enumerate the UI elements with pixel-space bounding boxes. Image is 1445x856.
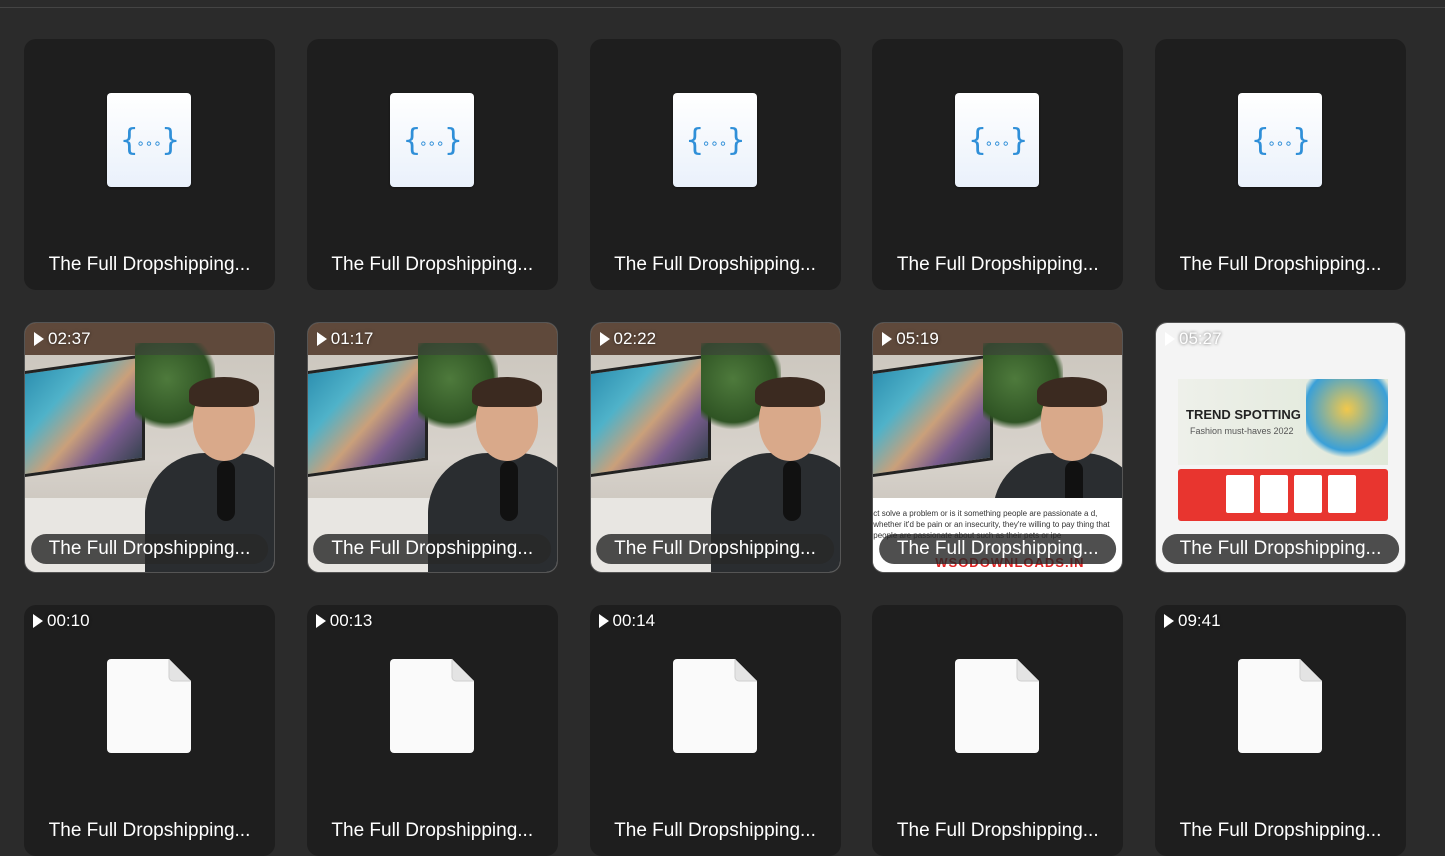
file-name: The Full Dropshipping... xyxy=(596,534,834,564)
file-card[interactable]: 00:14 The Full Dropshipping... xyxy=(589,605,841,856)
duration-text: 09:41 xyxy=(1178,611,1221,630)
thumbnail-monitor xyxy=(873,354,994,478)
duration-text: 00:10 xyxy=(47,611,90,630)
json-file-icon: {∘∘∘} xyxy=(107,93,191,187)
thumbnail-shop-figure xyxy=(1306,379,1388,465)
file-name: The Full Dropshipping... xyxy=(614,254,816,275)
video-duration: 01:17 xyxy=(316,329,374,349)
json-file-icon: {∘∘∘} xyxy=(1238,93,1322,187)
file-name: The Full Dropshipping... xyxy=(313,534,552,564)
duration-text: 02:22 xyxy=(613,329,657,348)
json-file-icon: {∘∘∘} xyxy=(389,93,474,187)
video-duration: 09:41 xyxy=(1164,611,1221,631)
thumbnail-monitor xyxy=(590,354,711,478)
duration-text: 02:37 xyxy=(48,329,91,348)
file-card[interactable]: {∘∘∘} The Full Dropshipping... xyxy=(589,39,841,290)
file-card[interactable]: 00:10 The Full Dropshipping... xyxy=(24,605,275,856)
thumbnail-shop-product xyxy=(1294,475,1322,513)
play-icon xyxy=(34,332,44,346)
file-name: The Full Dropshipping... xyxy=(614,820,816,841)
video-duration: 00:10 xyxy=(33,611,90,631)
file-card[interactable]: 09:41 The Full Dropshipping... xyxy=(1155,605,1406,856)
file-card[interactable]: 02:37 The Full Dropshipping... xyxy=(24,322,275,573)
video-duration: 05:27 xyxy=(1165,329,1222,349)
thumbnail-monitor xyxy=(307,354,428,478)
document-icon xyxy=(389,659,474,753)
file-name: The Full Dropshipping... xyxy=(1161,534,1400,564)
file-card[interactable]: 00:13 The Full Dropshipping... xyxy=(306,605,558,856)
play-icon xyxy=(33,614,43,628)
file-card[interactable]: 01:17 The Full Dropshipping... xyxy=(306,322,558,573)
file-name: The Full Dropshipping... xyxy=(48,820,251,841)
play-icon xyxy=(1164,614,1174,628)
file-card[interactable]: {∘∘∘} The Full Dropshipping... xyxy=(872,39,1124,290)
video-duration: 05:19 xyxy=(882,329,939,349)
duration-text: 01:17 xyxy=(330,329,374,348)
play-icon xyxy=(882,332,893,346)
thumbnail-microphone xyxy=(499,461,518,521)
document-icon xyxy=(107,659,191,753)
play-icon xyxy=(599,332,610,346)
thumbnail-microphone xyxy=(217,461,235,521)
duration-text: 05:27 xyxy=(1179,329,1222,348)
json-file-icon: {∘∘∘} xyxy=(672,93,757,187)
file-name: The Full Dropshipping... xyxy=(331,820,534,841)
json-file-icon: {∘∘∘} xyxy=(955,93,1040,187)
video-duration: 00:13 xyxy=(315,611,373,631)
file-name: The Full Dropshipping... xyxy=(1179,254,1382,275)
thumbnail-shop-product xyxy=(1226,475,1254,513)
file-name: The Full Dropshipping... xyxy=(30,534,269,564)
thumbnail-person-hair xyxy=(189,377,259,407)
play-icon xyxy=(316,332,327,346)
document-icon xyxy=(1238,659,1322,753)
file-name: The Full Dropshipping... xyxy=(878,534,1117,564)
file-card[interactable]: {∘∘∘} The Full Dropshipping... xyxy=(306,39,558,290)
file-card[interactable]: 02:22 The Full Dropshipping... xyxy=(589,322,841,573)
file-name: The Full Dropshipping... xyxy=(48,254,251,275)
thumbnail-shop-subtitle: Fashion must-haves 2022 xyxy=(1190,426,1294,436)
thumbnail-person-hair xyxy=(754,377,825,407)
file-card[interactable]: {∘∘∘} The Full Dropshipping... xyxy=(1155,39,1406,290)
thumbnail-shop-title: TREND SPOTTING xyxy=(1186,407,1301,422)
top-toolbar-edge xyxy=(0,0,1445,8)
duration-text: 05:19 xyxy=(896,329,939,348)
thumbnail-monitor xyxy=(25,354,145,478)
file-card[interactable]: ct solve a problem or is it something pe… xyxy=(872,322,1124,573)
document-icon xyxy=(672,659,757,753)
file-name: The Full Dropshipping... xyxy=(331,254,534,275)
duration-text: 00:14 xyxy=(612,611,656,630)
video-duration: 02:22 xyxy=(599,329,657,349)
play-icon xyxy=(315,614,326,628)
play-icon xyxy=(1165,332,1175,346)
duration-text: 00:13 xyxy=(329,611,373,630)
thumbnail-microphone xyxy=(782,461,801,521)
thumbnail-person-hair xyxy=(471,377,542,407)
file-name: The Full Dropshipping... xyxy=(1179,820,1382,841)
file-card[interactable]: TREND SPOTTING Fashion must-haves 2022 05:… xyxy=(1155,322,1406,573)
thumbnail-shop-product xyxy=(1260,475,1288,513)
video-duration: 02:37 xyxy=(34,329,91,349)
file-name: The Full Dropshipping... xyxy=(896,820,1099,841)
file-card[interactable]: {∘∘∘} The Full Dropshipping... xyxy=(24,39,275,290)
file-name: The Full Dropshipping... xyxy=(896,254,1099,275)
thumbnail-shop-deals xyxy=(1178,469,1388,521)
thumbnail-shop-product xyxy=(1328,475,1356,513)
video-duration: 00:14 xyxy=(598,611,656,631)
thumbnail-person-hair xyxy=(1037,377,1108,407)
file-card[interactable]: The Full Dropshipping... xyxy=(872,605,1124,856)
play-icon xyxy=(598,614,609,628)
document-icon xyxy=(955,659,1040,753)
